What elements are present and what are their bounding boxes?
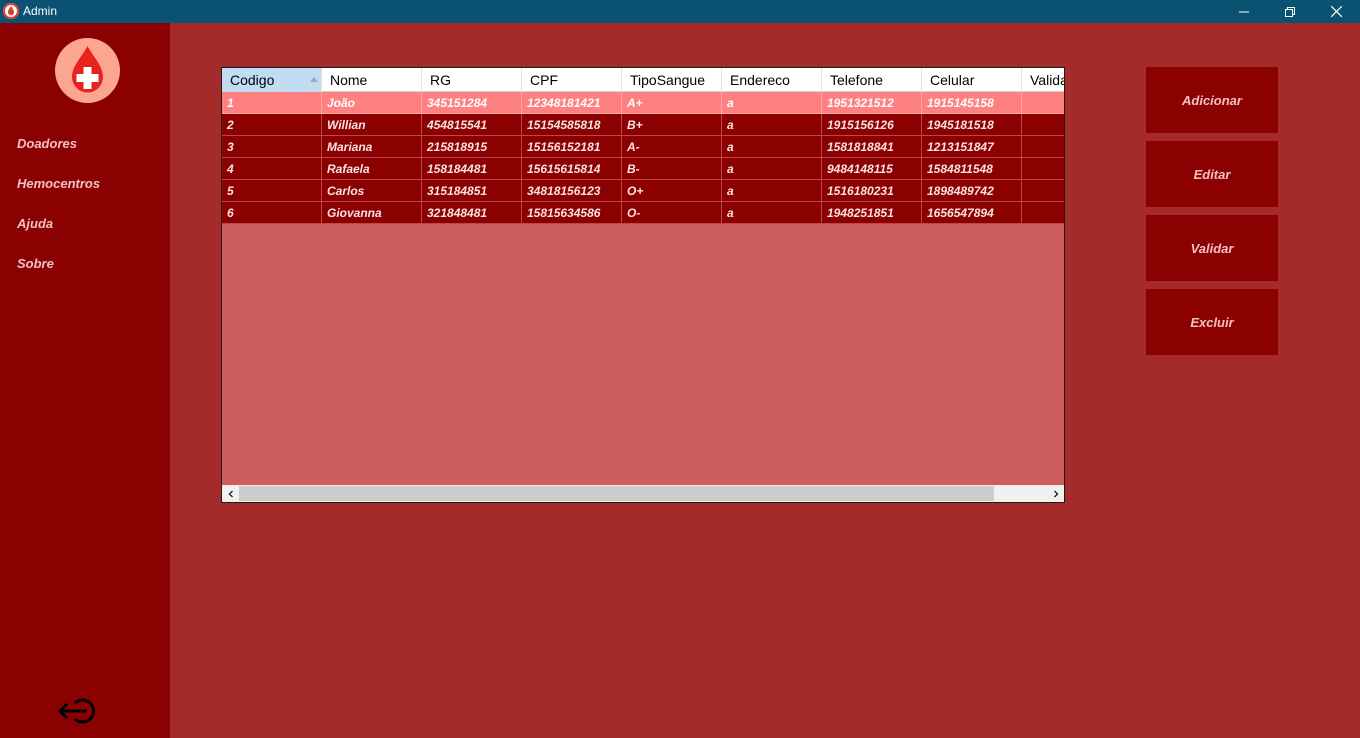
cell-valida[interactable] xyxy=(1022,202,1064,224)
logout-icon xyxy=(57,696,103,726)
validate-button[interactable]: Validar xyxy=(1146,215,1278,281)
scroll-left-icon[interactable] xyxy=(222,485,239,502)
cell-celular[interactable]: 1898489742 xyxy=(922,180,1022,202)
cell-celular[interactable]: 1213151847 xyxy=(922,136,1022,158)
cell-rg[interactable]: 215818915 xyxy=(422,136,522,158)
table-row[interactable]: 6 Giovanna 321848481 15815634586 O-a 19482518… xyxy=(222,202,1064,224)
cell-valida[interactable] xyxy=(1022,92,1064,114)
cell-rg[interactable]: 315184851 xyxy=(422,180,522,202)
cell-celular[interactable]: 1915145158 xyxy=(922,92,1022,114)
cell-endereco[interactable]: a xyxy=(722,180,822,202)
cell-cpf[interactable]: 15156152181 xyxy=(522,136,622,158)
column-header-cpf[interactable]: CPF xyxy=(522,68,622,92)
cell-codigo[interactable]: 4 xyxy=(222,158,322,180)
cell-telefone[interactable]: 1915156126 xyxy=(822,114,922,136)
sidebar-item-sobre[interactable]: Sobre xyxy=(17,256,54,271)
sidebar-item-ajuda[interactable]: Ajuda xyxy=(17,216,53,231)
restore-button[interactable] xyxy=(1267,0,1313,23)
table-row[interactable]: 3 Mariana 215818915 15156152181 A-a 158181884… xyxy=(222,136,1064,158)
horizontal-scrollbar[interactable] xyxy=(222,485,1064,502)
add-button[interactable]: Adicionar xyxy=(1146,67,1278,133)
cell-cpf[interactable]: 34818156123 xyxy=(522,180,622,202)
column-header-nome[interactable]: Nome xyxy=(322,68,422,92)
grid-header: Codigo Nome RG CPF TipoSangue Endereco Telefon… xyxy=(222,68,1064,92)
cell-codigo[interactable]: 3 xyxy=(222,136,322,158)
cell-valida[interactable] xyxy=(1022,180,1064,202)
cell-celular[interactable]: 1584811548 xyxy=(922,158,1022,180)
column-header-celular[interactable]: Celular xyxy=(922,68,1022,92)
window-title: Admin xyxy=(23,4,58,18)
cell-codigo[interactable]: 6 xyxy=(222,202,322,224)
cell-tiposangue[interactable]: A- xyxy=(622,136,722,158)
cell-telefone[interactable]: 9484148115 xyxy=(822,158,922,180)
cell-valida[interactable] xyxy=(1022,158,1064,180)
cell-cpf[interactable]: 15154585818 xyxy=(522,114,622,136)
cell-endereco[interactable]: a xyxy=(722,92,822,114)
cell-telefone[interactable]: 1581818841 xyxy=(822,136,922,158)
cell-nome[interactable]: Rafaela xyxy=(322,158,422,180)
close-icon xyxy=(1330,6,1342,17)
cell-codigo[interactable]: 5 xyxy=(222,180,322,202)
column-header-tiposangue[interactable]: TipoSangue xyxy=(622,68,722,92)
cell-endereco[interactable]: a xyxy=(722,136,822,158)
cell-nome[interactable]: Willian xyxy=(322,114,422,136)
cell-endereco[interactable]: a xyxy=(722,202,822,224)
cell-nome[interactable]: Carlos xyxy=(322,180,422,202)
cell-valida[interactable] xyxy=(1022,114,1064,136)
scrollbar-thumb[interactable] xyxy=(239,486,994,501)
cell-nome[interactable]: João xyxy=(322,92,422,114)
sort-ascending-icon xyxy=(310,77,318,82)
column-header-telefone[interactable]: Telefone xyxy=(822,68,922,92)
cell-cpf[interactable]: 15815634586 xyxy=(522,202,622,224)
cell-tiposangue[interactable]: A+ xyxy=(622,92,722,114)
app-icon xyxy=(3,3,19,19)
scroll-right-icon[interactable] xyxy=(1047,485,1064,502)
close-button[interactable] xyxy=(1313,0,1359,23)
logout-button[interactable] xyxy=(57,696,103,726)
edit-button[interactable]: Editar xyxy=(1146,141,1278,207)
column-header-valida[interactable]: Valida xyxy=(1022,68,1064,92)
cell-rg[interactable]: 345151284 xyxy=(422,92,522,114)
cell-cpf[interactable]: 12348181421 xyxy=(522,92,622,114)
cell-nome[interactable]: Giovanna xyxy=(322,202,422,224)
cell-rg[interactable]: 321848481 xyxy=(422,202,522,224)
cell-rg[interactable]: 158184481 xyxy=(422,158,522,180)
minimize-icon xyxy=(1239,7,1249,17)
cell-cpf[interactable]: 15615615814 xyxy=(522,158,622,180)
column-header-codigo[interactable]: Codigo xyxy=(222,68,322,92)
restore-icon xyxy=(1285,6,1295,17)
cell-codigo[interactable]: 1 xyxy=(222,92,322,114)
table-row[interactable]: 4 Rafaela 158184481 15615615814 B-a 948414811… xyxy=(222,158,1064,180)
blood-drop-cross-icon xyxy=(55,38,120,103)
cell-tiposangue[interactable]: O+ xyxy=(622,180,722,202)
delete-button[interactable]: Excluir xyxy=(1146,289,1278,355)
donors-grid[interactable]: Codigo Nome RG CPF TipoSangue Endereco Telefon… xyxy=(221,67,1065,503)
cell-telefone[interactable]: 1948251851 xyxy=(822,202,922,224)
cell-tiposangue[interactable]: B- xyxy=(622,158,722,180)
cell-valida[interactable] xyxy=(1022,136,1064,158)
column-header-rg[interactable]: RG xyxy=(422,68,522,92)
cell-telefone[interactable]: 1516180231 xyxy=(822,180,922,202)
table-row[interactable]: 1 João 345151284 12348181421 A+ a 1951321512 19… xyxy=(222,92,1064,114)
column-header-endereco[interactable]: Endereco xyxy=(722,68,822,92)
cell-nome[interactable]: Mariana xyxy=(322,136,422,158)
table-row[interactable]: 2 Willian 454815541 15154585818 B+ a 191515612… xyxy=(222,114,1064,136)
minimize-button[interactable] xyxy=(1221,0,1267,23)
sidebar-item-doadores[interactable]: Doadores xyxy=(17,136,77,151)
sidebar-item-hemocentros[interactable]: Hemocentros xyxy=(17,176,100,191)
cell-endereco[interactable]: a xyxy=(722,114,822,136)
cell-codigo[interactable]: 2 xyxy=(222,114,322,136)
cell-tiposangue[interactable]: O- xyxy=(622,202,722,224)
sidebar: Doadores Hemocentros Ajuda Sobre xyxy=(0,23,170,738)
cell-tiposangue[interactable]: B+ xyxy=(622,114,722,136)
cell-endereco[interactable]: a xyxy=(722,158,822,180)
cell-celular[interactable]: 1656547894 xyxy=(922,202,1022,224)
table-row[interactable]: 5 Carlos 315184851 34818156123 O+ a 1516180231… xyxy=(222,180,1064,202)
title-bar: Admin xyxy=(0,0,1360,23)
cell-rg[interactable]: 454815541 xyxy=(422,114,522,136)
cell-telefone[interactable]: 1951321512 xyxy=(822,92,922,114)
cell-celular[interactable]: 1945181518 xyxy=(922,114,1022,136)
